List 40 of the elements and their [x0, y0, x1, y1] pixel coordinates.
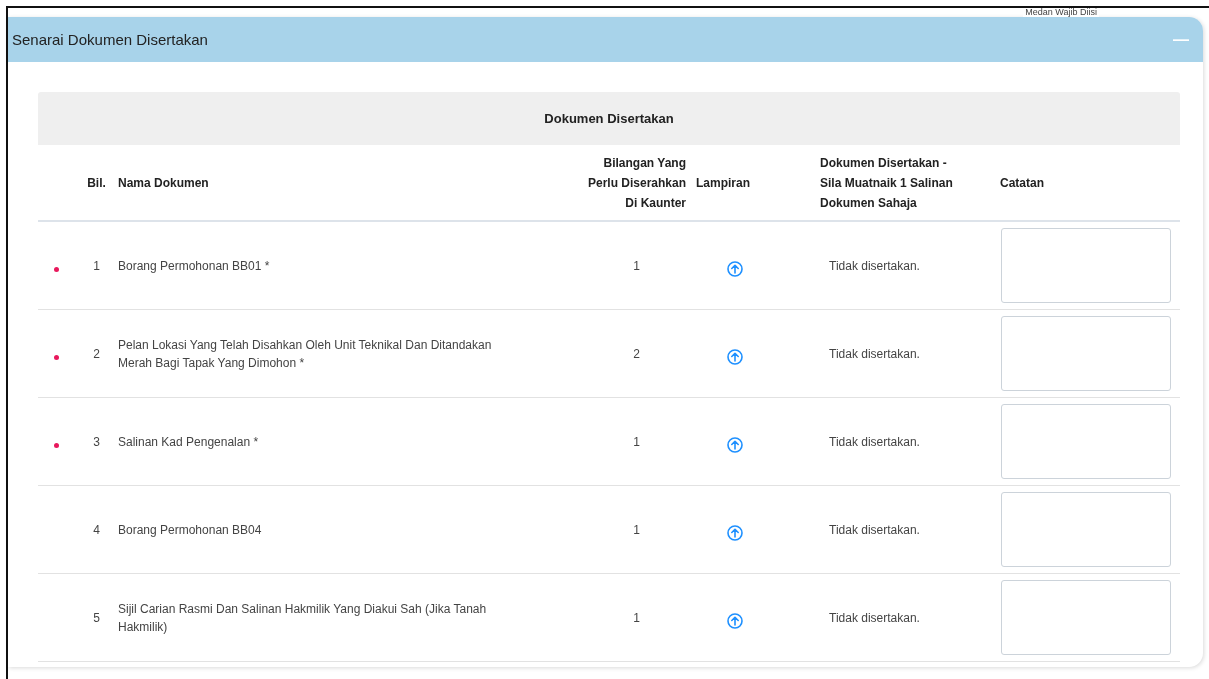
column-header: Nama Dokumen	[118, 174, 210, 192]
required-count: 2	[632, 346, 641, 361]
upload-icon[interactable]	[727, 524, 743, 541]
row-number: 3	[92, 434, 101, 449]
row-number: 2	[92, 346, 101, 361]
group-heading: Dokumen Disertakan	[38, 92, 1180, 145]
row-number: 4	[92, 522, 101, 537]
notes-field[interactable]	[1001, 228, 1171, 303]
upload-icon[interactable]	[727, 348, 743, 365]
document-name: Borang Permohonan BB04	[118, 521, 262, 539]
notes-field[interactable]	[1001, 316, 1171, 391]
panel-title: Senarai Dokumen Disertakan	[12, 31, 208, 48]
notes-field[interactable]	[1001, 404, 1171, 479]
collapse-button[interactable]: —	[1169, 30, 1193, 49]
upload-icon[interactable]	[727, 260, 743, 277]
required-count: 1	[632, 434, 641, 449]
document-name: Borang Permohonan BB01 *	[118, 257, 270, 275]
row-number: 1	[92, 258, 101, 273]
notes-field[interactable]	[1001, 580, 1171, 655]
attachment-status: Tidak disertakan.	[828, 258, 921, 273]
upload-icon[interactable]	[727, 436, 743, 453]
required-count: 1	[632, 522, 641, 537]
attachment-status: Tidak disertakan.	[828, 346, 921, 361]
required-count: 1	[632, 610, 641, 625]
column-header: Lampiran	[695, 174, 751, 192]
attachment-status: Tidak disertakan.	[828, 434, 921, 449]
column-header: Dokumen Disertakan - Sila Muatnaik 1 Salinan Dokumen Sahaja	[819, 154, 954, 212]
upload-icon[interactable]	[727, 612, 743, 629]
column-header: Bil.	[86, 174, 107, 192]
row-number: 5	[92, 610, 101, 625]
required-count: 1	[632, 258, 641, 273]
column-header: Bilangan Yang Perlu Diserahkan Di Kaunter	[586, 154, 687, 212]
notes-field[interactable]	[1001, 492, 1171, 567]
column-header: Catatan	[999, 174, 1045, 192]
attachment-status: Tidak disertakan.	[828, 522, 921, 537]
document-name: Sijil Carian Rasmi Dan Salinan Hakmilik Yang Diakui Sah (Jika Tanah Hakmilik)	[118, 600, 488, 636]
document-name: Pelan Lokasi Yang Telah Disahkan Oleh Unit Teknikal Dan Ditandakan Merah Bagi Tapak Yang Dimohon *	[118, 336, 493, 372]
document-name: Salinan Kad Pengenalan *	[118, 433, 259, 451]
required-fields-note: Medan Wajib Diisi	[1023, 8, 1099, 17]
attachment-status: Tidak disertakan.	[828, 610, 921, 625]
